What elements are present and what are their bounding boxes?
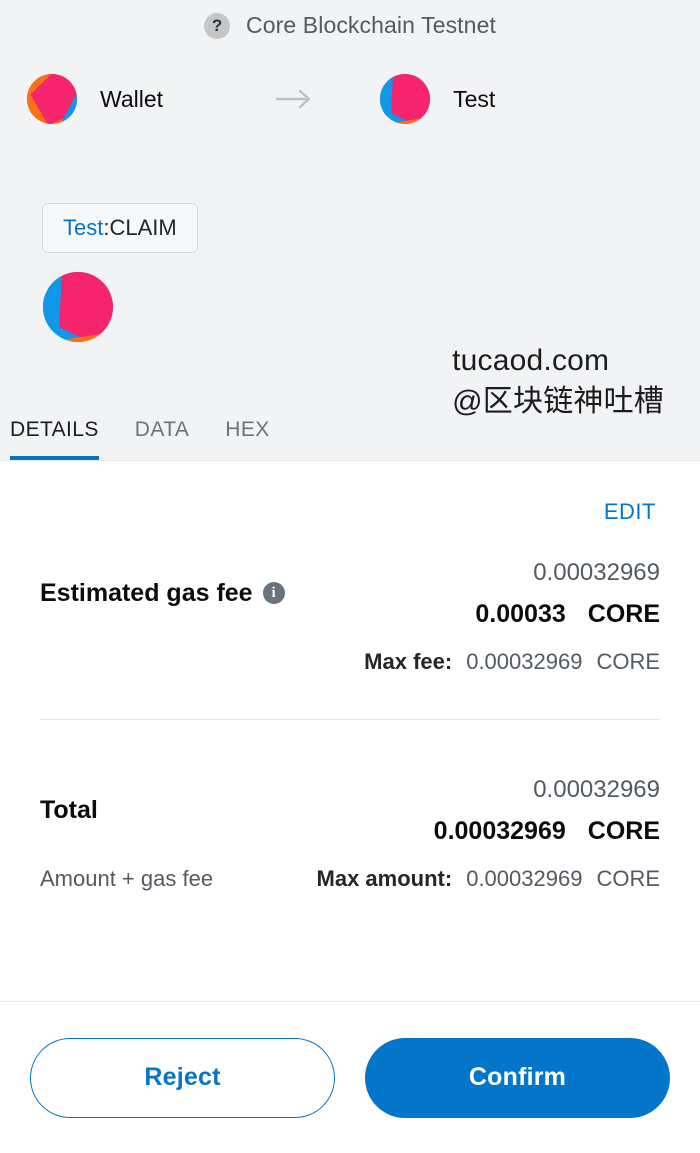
total-footer-row: Amount + gas fee Max amount: 0.00032969 … xyxy=(40,866,660,892)
arrow-right-icon xyxy=(275,88,315,110)
edit-row: EDIT xyxy=(40,461,660,525)
total-primary-row: 0.00032969 CORE xyxy=(434,817,660,846)
section-divider xyxy=(40,719,660,721)
gas-max-fee-label: Max fee: xyxy=(364,649,453,675)
edit-gas-button[interactable]: EDIT xyxy=(604,499,660,525)
total-max-group: Max amount: 0.00032969 CORE xyxy=(317,866,660,892)
confirm-button[interactable]: Confirm xyxy=(365,1037,670,1118)
tab-bar: DETAILS DATA HEX xyxy=(0,408,700,461)
gas-fee-primary-amount: 0.00033 xyxy=(475,600,566,629)
identicon-test xyxy=(380,74,431,124)
total-primary-amount: 0.00032969 xyxy=(433,817,566,846)
gas-fee-label-group: Estimated gas fee i xyxy=(40,579,285,608)
total-max-amount: 0.00032969 xyxy=(466,866,583,892)
watermark-line1: tucaod.com xyxy=(452,344,610,377)
origin-action: CLAIM xyxy=(109,215,177,240)
identicon-test-large xyxy=(43,272,113,342)
question-mark-icon[interactable]: ? xyxy=(204,12,231,39)
total-label-group: Total xyxy=(40,796,98,825)
accounts-row: Wallet Test xyxy=(0,73,700,125)
info-icon[interactable]: i xyxy=(262,582,285,605)
total-secondary-amount: 0.00032969 xyxy=(533,776,660,804)
gas-fee-section: Estimated gas fee i 0.00032969 0.00033 C… xyxy=(40,557,660,675)
to-account-name: Test xyxy=(453,85,496,112)
tab-details[interactable]: DETAILS xyxy=(10,408,99,460)
gas-fee-secondary-amount: 0.00032969 xyxy=(533,559,660,586)
origin-pill: Test : CLAIM xyxy=(42,203,198,253)
details-panel: EDIT Estimated gas fee i 0.00032969 0.00… xyxy=(0,461,700,1001)
identicon-wallet xyxy=(27,74,77,124)
gas-fee-primary-row: 0.00033 CORE xyxy=(475,600,660,629)
network-row: ? Core Blockchain Testnet xyxy=(0,0,700,39)
transaction-confirmation-screen: ? Core Blockchain Testnet Wallet Test Te… xyxy=(0,0,700,1153)
gas-max-fee-amount: 0.00032969 xyxy=(466,649,583,675)
total-label: Total xyxy=(40,795,98,824)
total-max-label: Max amount: xyxy=(316,866,453,892)
total-currency: CORE xyxy=(587,817,660,846)
total-max-currency: CORE xyxy=(596,866,660,892)
network-name: Core Blockchain Testnet xyxy=(246,12,496,38)
total-subtitle: Amount + gas fee xyxy=(40,866,214,892)
action-footer: Reject Confirm xyxy=(0,1001,700,1153)
subject-identicon-wrap xyxy=(42,271,700,343)
gas-fee-currency: CORE xyxy=(587,600,660,629)
transaction-header: ? Core Blockchain Testnet Wallet Test Te… xyxy=(0,0,700,461)
gas-fee-label: Estimated gas fee xyxy=(40,578,253,607)
total-main-row: Total 0.00032969 0.00032969 CORE xyxy=(40,774,660,846)
total-values: 0.00032969 0.00032969 CORE xyxy=(434,774,660,846)
gas-max-fee-currency: CORE xyxy=(596,649,660,675)
to-account[interactable]: Test xyxy=(379,73,495,125)
tab-data[interactable]: DATA xyxy=(135,408,190,460)
gas-fee-values: 0.00032969 0.00033 CORE xyxy=(475,557,660,629)
total-section: Total 0.00032969 0.00032969 CORE Amount … xyxy=(40,774,660,892)
gas-fee-main-row: Estimated gas fee i 0.00032969 0.00033 C… xyxy=(40,557,660,629)
gas-max-fee-row: Max fee: 0.00032969 CORE xyxy=(40,649,660,675)
from-account[interactable]: Wallet xyxy=(26,73,163,125)
reject-button[interactable]: Reject xyxy=(30,1037,335,1118)
tab-hex[interactable]: HEX xyxy=(225,408,269,460)
from-account-name: Wallet xyxy=(100,85,164,112)
origin-network: Test xyxy=(63,215,104,240)
